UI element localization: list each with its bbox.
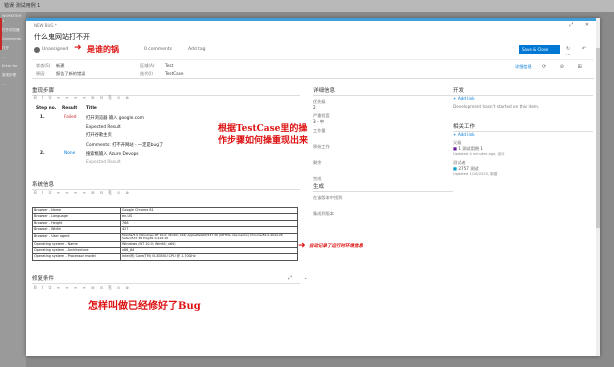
tab-details[interactable]: 详细信息: [515, 64, 532, 69]
build-panel: 在该版本中找到 集成到版本: [313, 192, 453, 217]
background-title-bar: 错误 测试用例 1: [0, 0, 614, 12]
step-title: 打开谷歌主页: [86, 133, 112, 138]
tab-icons[interactable]: ⟳ ⊘ ⊞: [542, 64, 588, 70]
sysinfo-toolbar[interactable]: B I U ≡ ≡ ≡ ≡ ⊞ ⊟ ⎘ ⊙ ⊗: [34, 190, 131, 195]
activity-label: 工作量: [313, 128, 326, 133]
related-add-link[interactable]: + Add link: [453, 132, 593, 137]
background-side-line: 重现步骤: [2, 73, 16, 77]
annotation-arrow-icon: ➜: [298, 241, 306, 251]
step-number: 2.: [40, 151, 45, 156]
related-panel: + Add link 父级 ■ 1 测试用例 1 Updated 4 minut…: [453, 132, 593, 177]
background-side-line: 打开: [2, 46, 9, 50]
background-side-line: ...: [2, 82, 6, 86]
meta-row: Unassigned ➜ 是谁的锅 0 comments Add tag Sav…: [32, 43, 594, 60]
annotation-arrow-icon: ➜: [74, 43, 82, 53]
sysinfo-value: Intel(R) Core(TM) i5-8350U CPU @ 1.70GHz: [120, 253, 298, 261]
step-title: 打开浏览器 输入 google.com: [86, 116, 144, 121]
iteration-label: 迭代(I): [140, 71, 153, 76]
action-icons[interactable]: ↻ ↶ ⋯: [566, 46, 594, 58]
found-in-build-label: 在该版本中找到: [313, 195, 343, 200]
reason-value[interactable]: 报告了新的错误: [56, 71, 85, 76]
table-row: Operating system - Processor model Intel(…: [32, 253, 298, 261]
steps-col-step: Step no.: [36, 106, 57, 111]
test-case-icon: ■: [453, 146, 457, 151]
related-item-meta: Updated 4 minutes ago, 设计: [453, 152, 505, 156]
background-side-line: 打开浏览器: [2, 28, 20, 32]
expand-icon[interactable]: ⤢ ⌄: [288, 275, 313, 281]
annotation-title: 是谁的锅: [87, 44, 119, 54]
add-tag-button[interactable]: Add tag: [188, 47, 206, 52]
background-side-line: ...: [2, 55, 6, 59]
background-side-line: WORKITEM 1: [2, 14, 22, 23]
steps-col-title: Title: [86, 106, 97, 111]
fixed-toolbar[interactable]: B I U ≡ ≡ ≡ ≡ ⊞ ⊟ ⎘ ⊙ ⊗: [34, 285, 131, 290]
related-item-id: 2757: [458, 166, 469, 171]
work-item-type-label: NEW BUG *: [34, 23, 57, 28]
fixed-title[interactable]: 修复条件: [32, 274, 300, 284]
annotation-fixed: 怎样叫做已经修好了Bug: [88, 301, 201, 312]
window-controls[interactable]: ⤢ ✕: [569, 22, 594, 28]
area-value[interactable]: Test: [165, 63, 173, 68]
background-side-line: Enter for: [2, 64, 18, 68]
related-item-meta: Updated 1/16/2020, 新建: [453, 172, 498, 176]
state-label: 状态(S): [36, 63, 51, 68]
remaining-label: 剩余: [313, 160, 322, 165]
dialog-accent-bar: [26, 18, 600, 21]
background-title: 错误 测试用例 1: [4, 3, 41, 9]
related-item-name: 测试用例 1: [462, 146, 484, 151]
annotation-sysinfo: 自动记录了运行时环境信息: [309, 244, 363, 249]
assigned-to[interactable]: Unassigned: [42, 47, 68, 52]
related-title[interactable]: 相关工作: [453, 122, 593, 132]
iteration-value[interactable]: TestCase: [165, 71, 184, 76]
steps-area[interactable]: Step no. Result Title 1. Failed 打开浏览器 输入…: [32, 103, 300, 191]
test-icon: ■: [453, 166, 457, 171]
avatar[interactable]: [34, 47, 40, 53]
work-item-dialog: NEW BUG * ⤢ ✕ 什么鬼网站打不开 Unassigned ➜ 是谁的锅…: [26, 18, 600, 356]
dev-status-text: Development hasn't started on this item.: [453, 104, 540, 109]
steps-toolbar[interactable]: B I U ≡ ≡ ≡ ≡ ⊞ ⊟ ⎘ ⊙ ⊗: [34, 95, 131, 100]
title-field[interactable]: 什么鬼网站打不开: [32, 30, 587, 42]
annotation-steps: 根据TestCase里的操作步骤如何操重现出来: [218, 124, 309, 146]
integrated-in-build-label: 集成到版本: [313, 211, 334, 216]
development-title[interactable]: 开发: [453, 86, 593, 96]
sysinfo-title[interactable]: 系统信息: [32, 180, 300, 190]
build-title[interactable]: 生成: [313, 182, 453, 192]
steps-col-result: Result: [62, 106, 78, 111]
fields-row: 状态(S) 新建 原因 报告了新的错误 区域(A) Test 迭代(I) Tes…: [32, 63, 594, 79]
related-item-id: 1: [458, 146, 461, 151]
background-sidebar: WORKITEM 1 打开浏览器 Comments 打开 ... Enter f…: [0, 12, 26, 367]
severity-value[interactable]: 3 - 中: [313, 119, 453, 125]
background-accent-bar: [0, 18, 2, 50]
sysinfo-key: Browser - User agent: [32, 232, 121, 242]
step-title: Expected Result: [86, 160, 121, 165]
sysinfo-table[interactable]: Browser - Name Google Chrome 81 Browser -…: [32, 206, 298, 283]
step-title: 搜索框输入 Azure Devops: [86, 152, 139, 157]
original-label: 原始工作: [313, 144, 330, 149]
comments-link[interactable]: 0 comments: [144, 47, 172, 52]
dev-add-link[interactable]: + Add link: [453, 96, 593, 101]
development-panel: + Add link Development hasn't started on…: [453, 96, 593, 109]
background-side-line: Comments: [2, 37, 21, 41]
save-close-button[interactable]: Save & Close: [519, 45, 560, 54]
step-result: Failed: [64, 115, 77, 120]
sysinfo-key: Operating system - Processor model: [32, 253, 121, 261]
step-result: None: [64, 151, 76, 156]
related-item-name: 测试: [470, 166, 479, 171]
scrollbar-thumb[interactable]: [596, 48, 600, 228]
step-title: Expected Result: [86, 125, 121, 130]
state-value[interactable]: 新建: [56, 63, 64, 68]
reason-label: 原因: [36, 71, 45, 76]
sysinfo-value: Mozilla/5.0 (Windows NT 10.0; Win64; x64…: [120, 232, 298, 242]
step-number: 1.: [40, 115, 45, 120]
step-title: Comments: 打不开网站 - 一定是bug了: [86, 143, 164, 148]
dialog-scrollbar[interactable]: [596, 18, 600, 356]
details-title[interactable]: 详细信息: [313, 86, 453, 96]
details-panel: 优先级 2 严重程度 3 - 中 工作量 原始工作 剩余 完成: [313, 96, 453, 182]
table-row: Browser - User agent Mozilla/5.0 (Windows…: [32, 232, 298, 242]
priority-value[interactable]: 2: [313, 105, 453, 110]
area-label: 区域(A): [140, 63, 155, 68]
